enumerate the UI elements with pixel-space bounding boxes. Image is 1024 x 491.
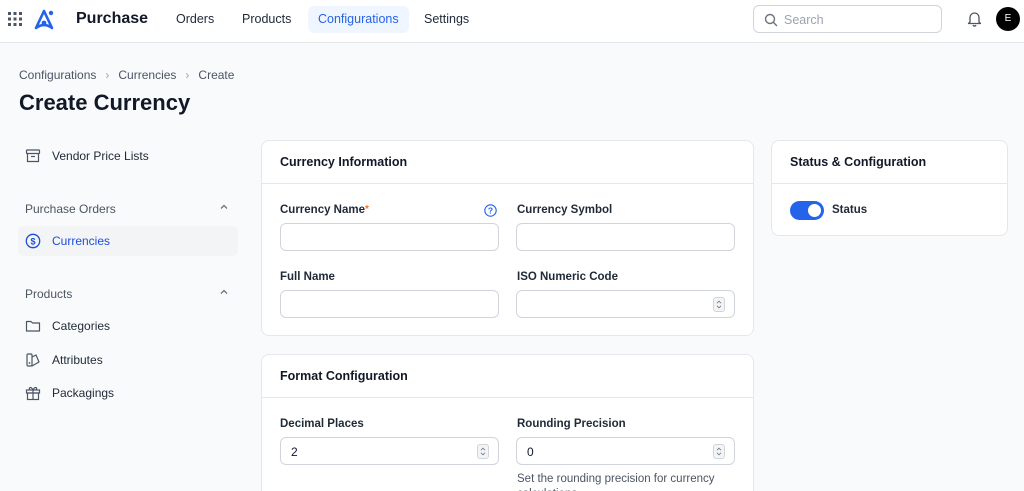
sidebar-item-attributes[interactable]: Attributes	[18, 345, 238, 375]
nav-configurations[interactable]: Configurations	[308, 6, 409, 33]
iso-numeric-code-input[interactable]	[527, 296, 707, 313]
apps-grid-icon[interactable]	[8, 12, 22, 26]
rounding-precision-hint: Set the rounding precision for currency …	[517, 473, 715, 491]
top-bar: Purchase Orders Products Configurations …	[0, 0, 1024, 43]
chevron-up-icon[interactable]	[218, 286, 230, 298]
status-toggle[interactable]	[790, 201, 824, 220]
currency-name-input[interactable]	[291, 229, 471, 246]
search-box	[753, 5, 942, 33]
svg-text:$: $	[30, 236, 35, 246]
nav-orders[interactable]: Orders	[166, 6, 224, 33]
number-stepper-icon[interactable]	[713, 297, 725, 312]
decimal-places-label: Decimal Places	[280, 418, 364, 430]
full-name-field	[280, 290, 499, 318]
chevron-right-icon: ›	[105, 68, 110, 82]
notification-bell-icon[interactable]	[966, 10, 983, 27]
help-circle-icon[interactable]: ?	[484, 204, 497, 217]
decimal-places-input[interactable]	[291, 443, 471, 460]
status-configuration-card: Status & Configuration	[771, 140, 1008, 236]
required-marker: *	[365, 204, 369, 215]
status-label: Status	[832, 204, 868, 216]
app-logo-icon[interactable]	[33, 9, 55, 31]
card-title: Status & Configuration	[772, 141, 1007, 184]
currency-name-label: Currency Name*	[280, 204, 369, 216]
sidebar-group-products[interactable]: Products	[25, 287, 72, 301]
rounding-precision-label: Rounding Precision	[517, 418, 626, 430]
currency-symbol-label: Currency Symbol	[517, 204, 613, 216]
sidebar-item-label: Categories	[52, 319, 111, 333]
search-input[interactable]	[784, 11, 934, 28]
swatch-icon	[26, 353, 40, 367]
breadcrumb-configurations[interactable]: Configurations	[19, 68, 96, 82]
sidebar-item-vendor-price-lists[interactable]: Vendor Price Lists	[18, 141, 238, 171]
currency-name-field	[280, 223, 499, 251]
rounding-precision-input[interactable]	[527, 443, 707, 460]
sidebar-item-label: Currencies	[52, 234, 111, 248]
rounding-precision-field	[516, 437, 735, 465]
app-name[interactable]: Purchase	[76, 10, 148, 28]
page-title: Create Currency	[19, 90, 191, 115]
breadcrumb-create: Create	[198, 68, 235, 82]
toggle-knob	[808, 204, 821, 217]
sidebar-item-currencies[interactable]: $ Currencies	[18, 226, 238, 256]
breadcrumb-currencies[interactable]: Currencies	[118, 68, 176, 82]
iso-numeric-code-field	[516, 290, 735, 318]
iso-numeric-code-label: ISO Numeric Code	[517, 271, 618, 283]
full-name-input[interactable]	[291, 296, 471, 313]
gift-icon	[25, 386, 41, 401]
search-icon	[764, 13, 778, 27]
currency-symbol-field	[516, 223, 735, 251]
sidebar-item-packagings[interactable]: Packagings	[18, 378, 238, 408]
breadcrumb: Configurations › Currencies › Create	[19, 68, 234, 82]
decimal-places-field	[280, 437, 499, 465]
chevron-right-icon: ›	[185, 68, 190, 82]
nav-settings[interactable]: Settings	[414, 6, 479, 33]
number-stepper-icon[interactable]	[713, 444, 725, 459]
sidebar-item-label: Attributes	[52, 353, 103, 367]
user-avatar[interactable]: E	[996, 7, 1020, 31]
sidebar-group-purchase-orders[interactable]: Purchase Orders	[25, 202, 116, 216]
archive-box-icon	[25, 149, 41, 163]
sidebar-item-categories[interactable]: Categories	[18, 311, 238, 341]
card-title: Currency Information	[262, 141, 753, 184]
folder-icon	[25, 320, 41, 332]
chevron-up-icon[interactable]	[218, 201, 230, 213]
currency-dollar-icon: $	[25, 233, 41, 249]
nav-products[interactable]: Products	[232, 6, 301, 33]
currency-symbol-input[interactable]	[527, 229, 707, 246]
sidebar-item-label: Vendor Price Lists	[52, 149, 149, 163]
sidebar-item-label: Packagings	[52, 386, 115, 400]
full-name-label: Full Name	[280, 271, 335, 283]
number-stepper-icon[interactable]	[477, 444, 489, 459]
card-title: Format Configuration	[262, 355, 753, 398]
svg-text:?: ?	[488, 206, 493, 216]
